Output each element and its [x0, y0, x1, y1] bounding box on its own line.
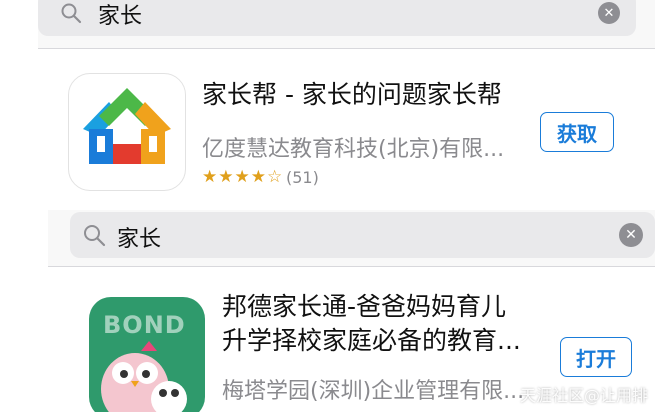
app-developer: 梅塔学园(深圳)企业管理有限...: [222, 379, 525, 404]
search-screenshot-bottom: 家长 ✕ BOND 邦德家长通-爸爸妈妈育儿 升学择校家庭必备的教育... 梅塔…: [0, 210, 655, 412]
app-title-line2[interactable]: 升学择校家庭必备的教育...: [222, 325, 521, 356]
search-icon: [60, 2, 82, 28]
open-button[interactable]: 打开: [560, 337, 632, 377]
search-icon: [82, 223, 106, 251]
search-input[interactable]: 家长: [117, 221, 161, 253]
rating-count: (51): [286, 168, 319, 187]
search-bar[interactable]: 家长 ✕: [70, 212, 655, 258]
watermark: 天涯社区@让用排: [520, 386, 649, 405]
app-title[interactable]: 家长帮 - 家长的问题家长帮: [202, 79, 502, 110]
search-bar[interactable]: 家长 ✕: [38, 0, 636, 36]
app-title-line1[interactable]: 邦德家长通-爸爸妈妈育儿: [222, 291, 506, 322]
clear-search-icon[interactable]: ✕: [598, 2, 620, 24]
left-margin: [0, 210, 48, 412]
rating-stars: ★★★★☆: [202, 167, 284, 187]
separator-gap: [0, 200, 655, 210]
left-margin: [0, 0, 38, 200]
app-icon-bond[interactable]: BOND: [89, 297, 205, 412]
owl-mascot-icon: [101, 341, 187, 412]
app-result-jiazhangbang[interactable]: 家长帮 - 家长的问题家长帮 亿度慧达教育科技(北京)有限... ★★★★☆ (…: [38, 49, 655, 200]
clear-search-icon[interactable]: ✕: [619, 223, 643, 247]
search-input[interactable]: 家长: [98, 0, 142, 30]
get-button[interactable]: 获取: [540, 112, 614, 152]
app-icon-jiazhangbang[interactable]: [68, 73, 186, 191]
search-screenshot-top: 家长 ✕ 家长帮 - 家长的问题家长帮 亿度慧达教育科技(北京)有限... ★★…: [0, 0, 655, 200]
app-developer: 亿度慧达教育科技(北京)有限...: [202, 137, 505, 162]
